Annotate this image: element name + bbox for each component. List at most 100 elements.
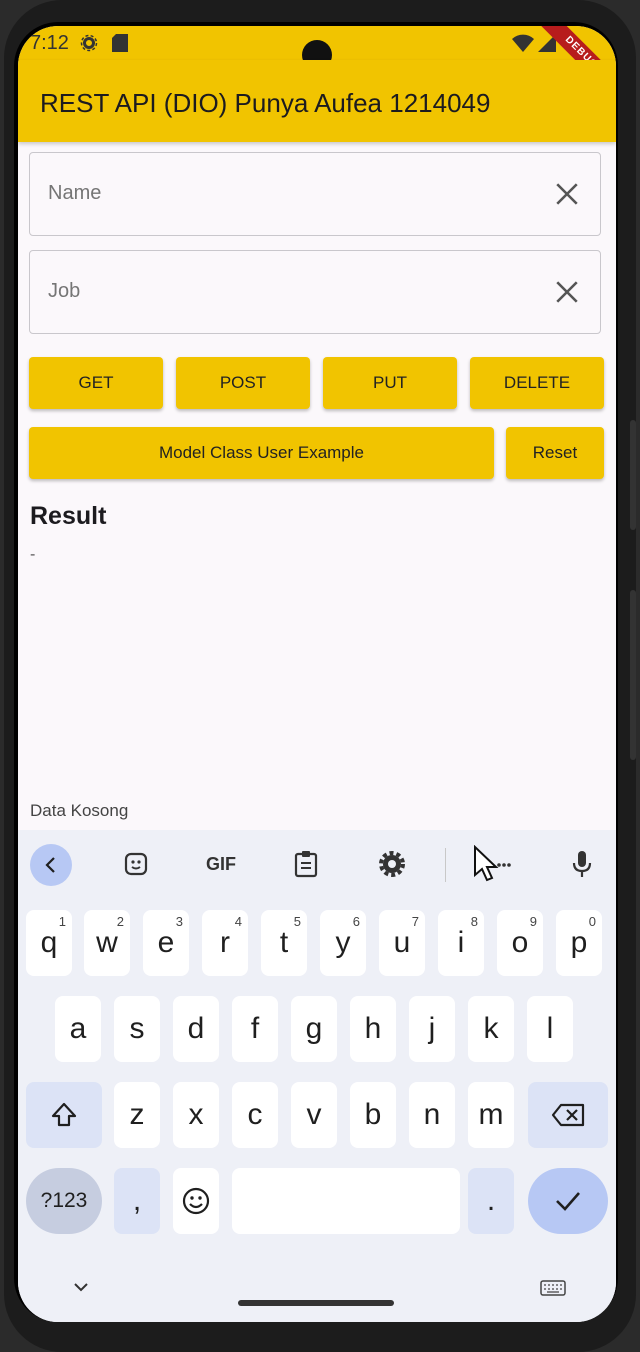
- job-field[interactable]: [29, 250, 601, 334]
- key-p[interactable]: p0: [556, 910, 602, 976]
- page-title: REST API (DIO) Punya Aufea 1214049: [40, 88, 491, 118]
- close-icon[interactable]: [554, 279, 580, 305]
- key-label: ,: [132, 1184, 142, 1217]
- key-b[interactable]: b: [350, 1082, 396, 1148]
- back-icon[interactable]: [30, 844, 72, 886]
- key-c[interactable]: c: [232, 1082, 278, 1148]
- home-indicator[interactable]: [238, 1300, 394, 1306]
- key-label: q: [40, 926, 58, 959]
- key-label: b: [364, 1098, 382, 1131]
- post-button[interactable]: POST: [176, 357, 310, 409]
- key-label: ?123: [40, 1189, 88, 1212]
- key-g[interactable]: g: [291, 996, 337, 1062]
- key-label: d: [187, 1012, 205, 1045]
- key-t[interactable]: t5: [261, 910, 307, 976]
- key-number-hint: 4: [234, 914, 242, 929]
- key-label: w: [96, 926, 118, 959]
- key-n[interactable]: n: [409, 1082, 455, 1148]
- period-key[interactable]: .: [468, 1168, 514, 1234]
- key-label: s: [129, 1012, 145, 1045]
- gear-icon[interactable]: [372, 844, 412, 884]
- key-label: x: [188, 1098, 204, 1131]
- emoji-key[interactable]: [173, 1168, 219, 1234]
- delete-button[interactable]: DELETE: [470, 357, 604, 409]
- key-number-hint: 6: [352, 914, 360, 929]
- key-label: y: [335, 926, 351, 959]
- keyboard-switch-icon[interactable]: [540, 1280, 566, 1301]
- key-u[interactable]: u7: [379, 910, 425, 976]
- key-j[interactable]: j: [409, 996, 455, 1062]
- nav-bar: [18, 1266, 616, 1322]
- gif-button[interactable]: GIF: [198, 844, 244, 884]
- model-class-example-button[interactable]: Model Class User Example: [29, 427, 494, 479]
- key-i[interactable]: i8: [438, 910, 484, 976]
- status-time: 7:12: [30, 32, 69, 54]
- key-label: u: [393, 926, 411, 959]
- key-y[interactable]: y6: [320, 910, 366, 976]
- get-button[interactable]: GET: [29, 357, 163, 409]
- key-number-hint: 9: [529, 914, 537, 929]
- key-w[interactable]: w2: [84, 910, 130, 976]
- key-label: a: [69, 1012, 87, 1045]
- toolbar-divider: [445, 848, 446, 882]
- clipboard-icon[interactable]: [286, 844, 326, 884]
- key-l[interactable]: l: [527, 996, 573, 1062]
- key-label: t: [279, 926, 289, 959]
- gear-status-icon: [80, 34, 98, 58]
- key-label: n: [423, 1098, 441, 1131]
- key-number-hint: 3: [175, 914, 183, 929]
- result-value: -: [30, 546, 36, 563]
- result-heading: Result: [30, 502, 107, 530]
- key-label: m: [478, 1098, 504, 1131]
- key-label: h: [364, 1012, 382, 1045]
- key-s[interactable]: s: [114, 996, 160, 1062]
- key-e[interactable]: e3: [143, 910, 189, 976]
- sticker-icon[interactable]: [116, 844, 156, 884]
- key-label: f: [250, 1012, 260, 1045]
- name-input[interactable]: [46, 181, 530, 206]
- key-number-hint: 1: [58, 914, 66, 929]
- shift-key[interactable]: [26, 1082, 102, 1148]
- comma-key[interactable]: ,: [114, 1168, 160, 1234]
- key-f[interactable]: f: [232, 996, 278, 1062]
- shift-icon: [51, 1102, 77, 1127]
- key-label: .: [486, 1184, 496, 1217]
- key-number-hint: 5: [293, 914, 301, 929]
- key-z[interactable]: z: [114, 1082, 160, 1148]
- key-label: g: [305, 1012, 323, 1045]
- put-button[interactable]: PUT: [323, 357, 457, 409]
- backspace-icon: [551, 1103, 585, 1127]
- key-r[interactable]: r4: [202, 910, 248, 976]
- reset-button[interactable]: Reset: [506, 427, 604, 479]
- key-v[interactable]: v: [291, 1082, 337, 1148]
- key-number-hint: 2: [116, 914, 124, 929]
- key-h[interactable]: h: [350, 996, 396, 1062]
- name-field[interactable]: [29, 152, 601, 236]
- key-number-hint: 0: [588, 914, 596, 929]
- space-key[interactable]: [232, 1168, 460, 1234]
- key-label: o: [511, 926, 529, 959]
- wifi-icon: [512, 34, 534, 58]
- key-label: v: [306, 1098, 322, 1131]
- key-q[interactable]: q1: [26, 910, 72, 976]
- key-k[interactable]: k: [468, 996, 514, 1062]
- cursor-more-icon[interactable]: [466, 844, 516, 884]
- symbols-key[interactable]: ?123: [26, 1168, 102, 1234]
- close-icon[interactable]: [554, 181, 580, 207]
- key-a[interactable]: a: [55, 996, 101, 1062]
- mic-icon[interactable]: [562, 844, 602, 884]
- key-label: l: [546, 1012, 554, 1045]
- job-input[interactable]: [46, 279, 530, 304]
- key-d[interactable]: d: [173, 996, 219, 1062]
- key-label: k: [483, 1012, 499, 1045]
- enter-key[interactable]: [528, 1168, 608, 1234]
- key-label: e: [157, 926, 175, 959]
- key-m[interactable]: m: [468, 1082, 514, 1148]
- screen: 7:12 DEBUG REST API (DIO) Punya Aufea 12…: [18, 26, 616, 1322]
- backspace-key[interactable]: [528, 1082, 608, 1148]
- key-x[interactable]: x: [173, 1082, 219, 1148]
- emoji-icon: [182, 1187, 210, 1215]
- chevron-down-icon[interactable]: [72, 1280, 90, 1299]
- key-label: r: [220, 926, 230, 959]
- key-o[interactable]: o9: [497, 910, 543, 976]
